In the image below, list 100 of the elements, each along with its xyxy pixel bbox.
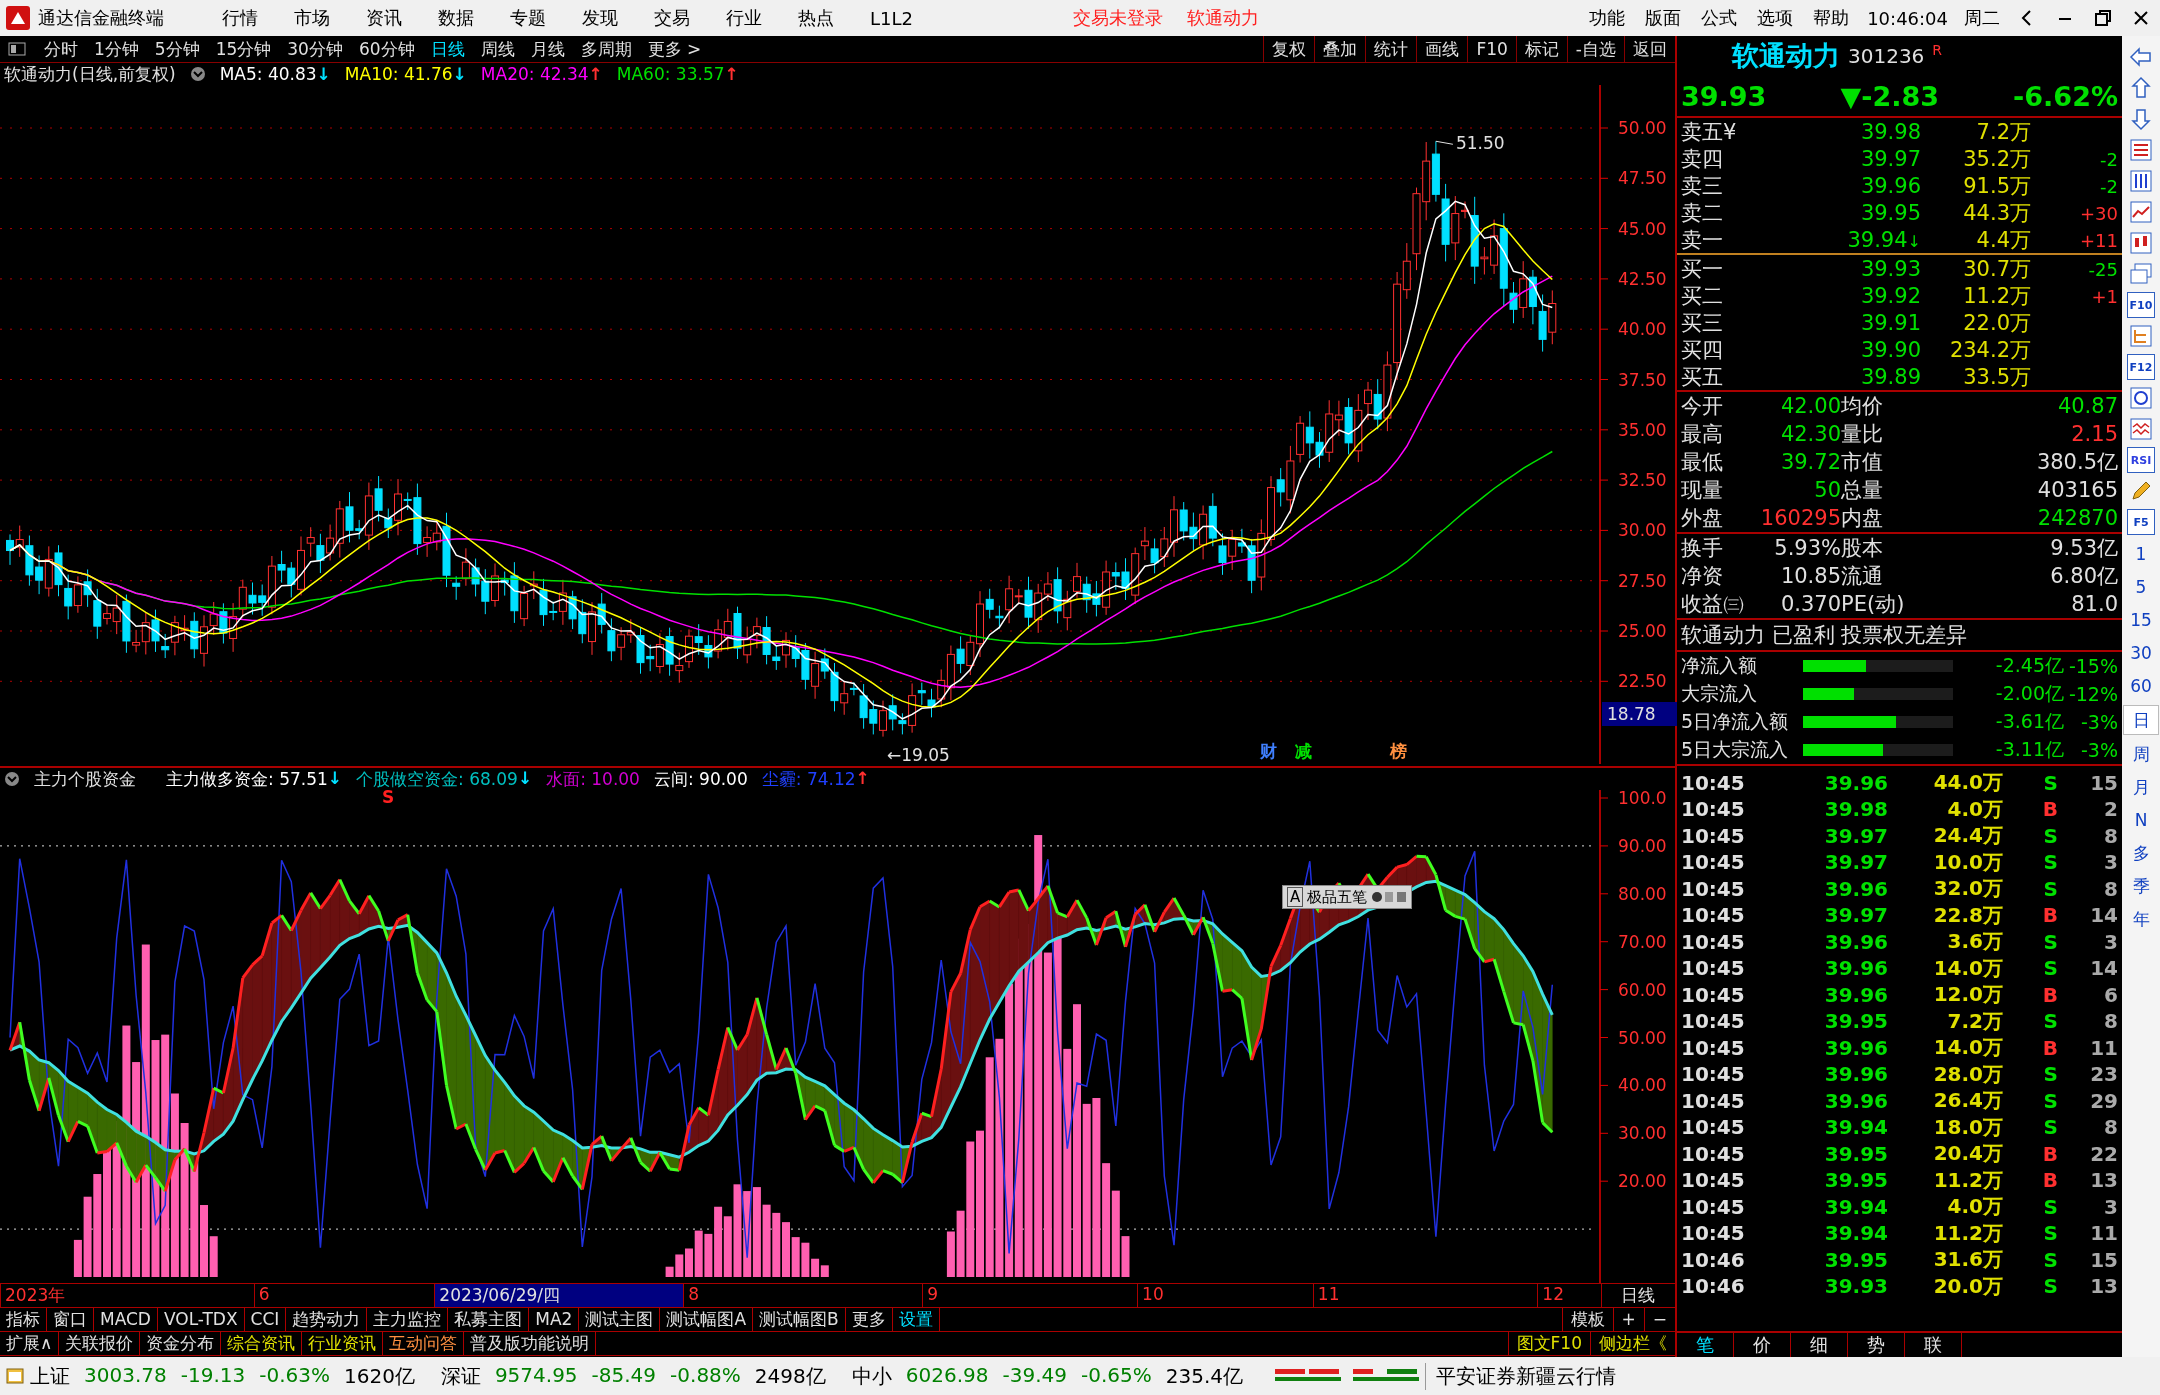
toolbar-button[interactable]: 统计 [1365, 36, 1417, 62]
info-tab[interactable]: 普及版功能说明 [464, 1332, 597, 1355]
indicator-tab[interactable]: 更多 [845, 1308, 893, 1331]
toolbar-button[interactable]: 返回 [1624, 36, 1675, 62]
menu-item[interactable]: 专题 [492, 6, 564, 30]
menu-item[interactable]: 帮助 [1803, 6, 1860, 30]
event-marker[interactable]: 减 [1295, 741, 1312, 761]
indicator-tab[interactable]: 主力监控 [367, 1308, 449, 1331]
toolbar-button[interactable]: 复权 [1263, 36, 1315, 62]
toolbar-button[interactable]: 叠加 [1314, 36, 1366, 62]
menu-item[interactable]: 交易 [636, 6, 708, 30]
info-tab[interactable]: 行业资讯 [302, 1332, 384, 1355]
side-tool-button[interactable]: F10 [2127, 292, 2155, 318]
period-button[interactable]: 周 [2124, 740, 2158, 768]
period-button[interactable]: 30 [2124, 639, 2158, 667]
side-tool-button[interactable]: F12 [2127, 354, 2155, 380]
index-name[interactable]: 上证 [30, 1362, 70, 1390]
toolbar-button[interactable]: -自选 [1566, 36, 1624, 62]
side-tool-button[interactable]: RSI [2127, 447, 2155, 473]
index-name[interactable]: 深证 [440, 1362, 481, 1390]
indicator-tab[interactable]: 测试幅图B [753, 1308, 846, 1331]
menu-item[interactable]: 数据 [420, 6, 492, 30]
indicator-tab[interactable]: 测试幅图A [660, 1308, 754, 1331]
period-button[interactable]: N [2124, 806, 2158, 834]
menu-item[interactable]: 资讯 [348, 6, 420, 30]
period-tab[interactable]: 60分钟 [350, 37, 423, 61]
panel-toggle-icon[interactable] [8, 42, 26, 56]
dropdown-icon[interactable] [189, 66, 206, 82]
info-tab[interactable]: 资金分布 [140, 1332, 222, 1355]
period-tab[interactable]: 5分钟 [146, 37, 208, 61]
period-tab[interactable]: 多周期 [572, 37, 640, 61]
period-button[interactable]: 年 [2124, 905, 2158, 933]
panel-link[interactable]: 图文F10 [1507, 1332, 1590, 1355]
side-tool-button[interactable]: F5 [2127, 509, 2155, 535]
indicator-tab[interactable]: VOL-TDX [157, 1308, 245, 1331]
menu-item[interactable]: 版面 [1635, 6, 1692, 30]
period-tab[interactable]: 30分钟 [279, 37, 351, 61]
period-button[interactable]: 5 [2124, 573, 2158, 601]
indicator-tab[interactable]: 指标 [0, 1308, 47, 1331]
template-button[interactable]: 模板 [1561, 1308, 1613, 1331]
tree-icon[interactable] [2128, 323, 2154, 349]
list-icon[interactable] [2128, 137, 2154, 163]
period-tab[interactable]: 周线 [472, 37, 523, 61]
arrow-up-icon[interactable] [2128, 75, 2154, 101]
indicator-tab[interactable]: MA2 [529, 1308, 580, 1331]
wave-icon[interactable] [2128, 416, 2154, 442]
low-price-label: ←19.05 [887, 744, 950, 764]
period-button[interactable]: 1 [2124, 540, 2158, 568]
period-button[interactable]: 季 [2124, 872, 2158, 900]
template-button[interactable]: − [1643, 1308, 1675, 1331]
indicator-tab[interactable]: MACD [94, 1308, 158, 1331]
panel-link[interactable]: 侧边栏《 [1590, 1332, 1675, 1355]
toolbar-button[interactable]: 画线 [1416, 36, 1468, 62]
info-tab[interactable]: 互动问答 [383, 1332, 465, 1355]
indicator-tab[interactable]: 窗口 [47, 1308, 94, 1331]
period-button[interactable]: 日 [2123, 705, 2159, 735]
ime-tools-icon[interactable] [1371, 890, 1408, 904]
menu-item[interactable]: 选项 [1747, 6, 1804, 30]
window-icon[interactable] [6, 1367, 24, 1385]
info-tab[interactable]: 综合资讯 [221, 1332, 303, 1355]
toolbar-button[interactable]: F10 [1467, 36, 1516, 62]
indicator-tab[interactable]: 设置 [892, 1308, 940, 1331]
period-button[interactable]: 15 [2124, 606, 2158, 634]
info-tab[interactable]: 扩展∧ [0, 1332, 60, 1355]
line-chart-icon[interactable] [2128, 199, 2154, 225]
menu-item[interactable]: L1L2 [852, 7, 931, 29]
menu-item[interactable]: 市场 [276, 6, 348, 30]
period-tab[interactable]: 月线 [522, 37, 573, 61]
menu-item[interactable]: 功能 [1579, 6, 1636, 30]
dropdown-icon[interactable] [4, 771, 20, 787]
indicator-tab[interactable]: 私募主图 [448, 1308, 530, 1331]
period-button[interactable]: 月 [2124, 773, 2158, 801]
arrow-left-icon[interactable] [2128, 44, 2154, 70]
index-name[interactable]: 中小 [851, 1362, 892, 1390]
period-tab[interactable]: 更多 > [639, 37, 710, 61]
arrow-down-icon[interactable] [2128, 106, 2154, 132]
info-tab[interactable]: 关联报价 [59, 1332, 141, 1355]
template-button[interactable]: + [1612, 1308, 1644, 1331]
menu-item[interactable]: 发现 [564, 6, 636, 30]
period-tab[interactable]: 15分钟 [207, 37, 280, 61]
menu-item[interactable]: 行情 [204, 6, 276, 30]
ime-toolbar[interactable]: A 极品五笔 [1282, 885, 1413, 909]
candlestick-icon[interactable] [2128, 230, 2154, 256]
toolbar-button[interactable]: 标记 [1515, 36, 1567, 62]
menu-item[interactable]: 行业 [708, 6, 780, 30]
period-button[interactable]: 多 [2124, 839, 2158, 867]
period-tab[interactable]: 日线 [422, 37, 473, 61]
period-button[interactable]: 60 [2124, 672, 2158, 700]
grid-icon[interactable] [2128, 168, 2154, 194]
period-tab[interactable]: 分时 [36, 37, 86, 61]
indicator-tab[interactable]: 测试主图 [579, 1308, 661, 1331]
period-tab[interactable]: 1分钟 [86, 37, 147, 61]
indicator-tab[interactable]: 趋势动力 [286, 1308, 368, 1331]
restore-icon[interactable] [2092, 7, 2114, 29]
menu-item[interactable]: 热点 [780, 6, 852, 30]
menu-item[interactable]: 公式 [1691, 6, 1748, 30]
stat-label: 市值 [1841, 449, 1884, 476]
indicator-tab[interactable]: CCI [244, 1308, 287, 1331]
event-marker[interactable]: 榜 [1390, 741, 1407, 761]
event-marker[interactable]: 财 [1260, 741, 1277, 761]
